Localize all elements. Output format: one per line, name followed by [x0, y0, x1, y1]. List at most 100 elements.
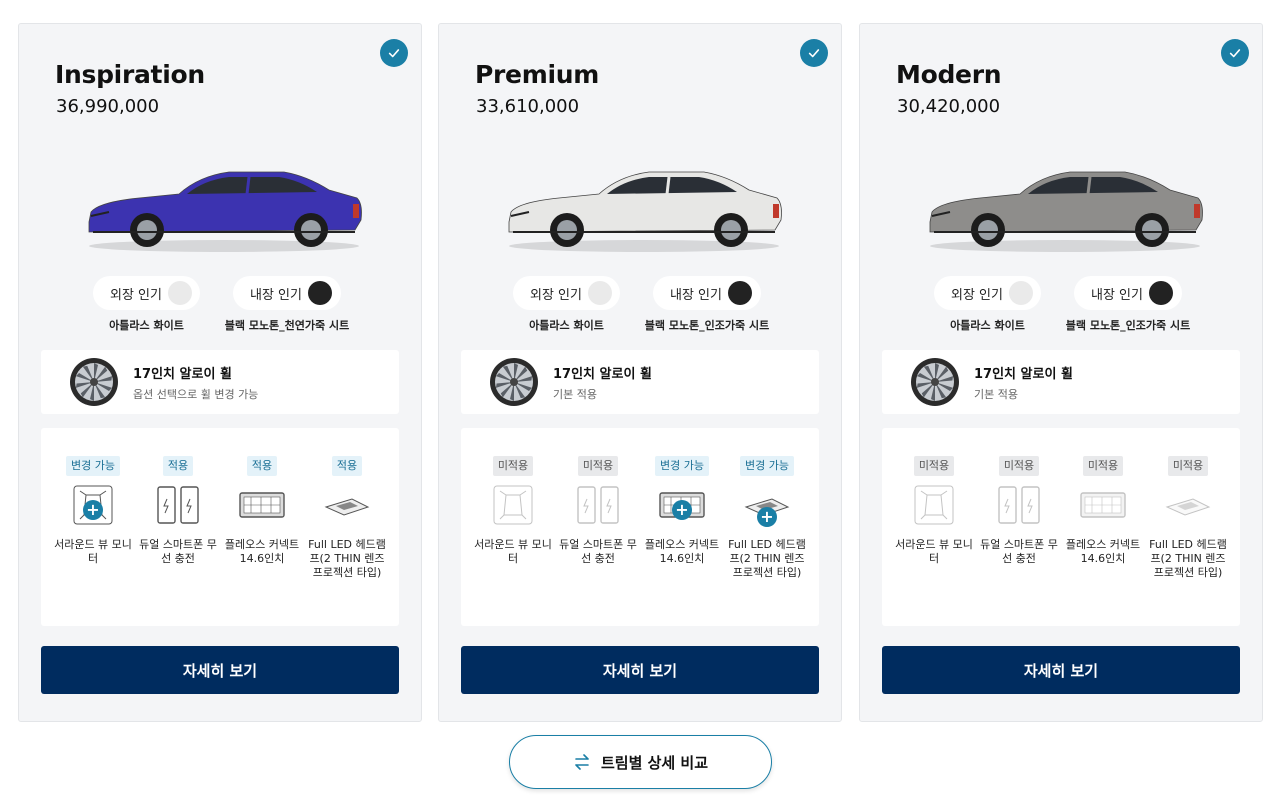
- trim-name: Inspiration: [55, 60, 205, 89]
- option-status-badge: 미적용: [492, 456, 534, 476]
- selected-check-icon[interactable]: [1221, 39, 1249, 67]
- alloy-wheel-icon: [69, 357, 119, 407]
- selected-check-icon[interactable]: [800, 39, 828, 67]
- infotainment-screen-icon: [1078, 485, 1128, 525]
- option-label: 듀얼 스마트폰 무선 충전: [139, 538, 217, 565]
- interior-swatch: [1148, 281, 1173, 305]
- swap-arrows-icon: [575, 754, 589, 770]
- option-label: 서라운드 뷰 모니터: [474, 538, 552, 565]
- led-headlamp-icon: [1163, 485, 1213, 525]
- option-list: 변경 가능 + 서라운드 뷰 모니터 적용 듀얼 스마트폰 무선 충전 적용 플…: [41, 428, 399, 626]
- option-list: 미적용 서라운드 뷰 모니터 미적용 듀얼 스마트폰 무선 충전 미적용 플레오…: [882, 428, 1240, 626]
- option-item: 미적용 듀얼 스마트폰 무선 충전: [977, 454, 1061, 566]
- interior-color-name: 블랙 모노톤_천연가죽 시트: [224, 319, 350, 332]
- wheel-title: 17인치 알로이 휠: [133, 367, 232, 382]
- interior-swatch: [307, 281, 332, 305]
- option-item: 미적용 듀얼 스마트폰 무선 충전: [556, 454, 640, 566]
- option-label: 플레오스 커넥트 14.6인치: [1065, 538, 1141, 565]
- option-item: 변경 가능 + 플레오스 커넥트 14.6인치: [640, 454, 724, 566]
- interior-color-name: 블랙 모노톤_인조가죽 시트: [644, 319, 770, 332]
- infotainment-screen-icon: [237, 485, 287, 525]
- interior-color-chip[interactable]: 내장 인기: [653, 276, 761, 310]
- wheel-title: 17인치 알로이 휠: [974, 367, 1073, 382]
- interior-label: 내장 인기: [1091, 287, 1143, 303]
- exterior-color-name: 아틀라스 화이트: [529, 319, 604, 332]
- option-list: 미적용 서라운드 뷰 모니터 미적용 듀얼 스마트폰 무선 충전 변경 가능 +…: [461, 428, 819, 626]
- interior-color-chip[interactable]: 내장 인기: [1074, 276, 1182, 310]
- option-label: 서라운드 뷰 모니터: [895, 538, 973, 565]
- interior-label: 내장 인기: [250, 287, 302, 303]
- option-item: 미적용 서라운드 뷰 모니터: [471, 454, 555, 566]
- interior-color-name: 블랙 모노톤_인조가죽 시트: [1065, 319, 1191, 332]
- wheel-info: 17인치 알로이 휠 기본 적용: [461, 350, 819, 414]
- surround-view-icon: [488, 485, 538, 525]
- car-image: [499, 154, 789, 254]
- exterior-color-name: 아틀라스 화이트: [950, 319, 1025, 332]
- option-label: 플레오스 커넥트 14.6인치: [224, 538, 300, 565]
- option-status-badge: 변경 가능: [66, 456, 120, 476]
- option-status-badge: 적용: [162, 456, 194, 476]
- trim-card-modern[interactable]: Modern 30,420,000 외장 인기 아틀라스 화이트 내장 인기 블…: [859, 23, 1263, 722]
- option-label: 서라운드 뷰 모니터: [54, 538, 132, 565]
- add-option-icon[interactable]: +: [672, 500, 692, 520]
- option-status-badge: 미적용: [998, 456, 1040, 476]
- option-status-badge: 변경 가능: [655, 456, 709, 476]
- option-item: 미적용 서라운드 뷰 모니터: [892, 454, 976, 566]
- option-item: 미적용 플레오스 커넥트 14.6인치: [1061, 454, 1145, 566]
- wheel-desc: 옵션 선택으로 휠 변경 가능: [133, 388, 259, 401]
- option-item: 미적용 Full LED 헤드램프(2 THIN 렌즈 프로젝션 타입): [1146, 454, 1230, 580]
- option-item: 적용 플레오스 커넥트 14.6인치: [220, 454, 304, 566]
- selected-check-icon[interactable]: [380, 39, 408, 67]
- wireless-charging-icon: [153, 485, 203, 525]
- exterior-swatch: [167, 281, 192, 305]
- trim-card-inspiration[interactable]: Inspiration 36,990,000 외장 인기 아틀라스 화이트 내장…: [18, 23, 422, 722]
- interior-label: 내장 인기: [670, 287, 722, 303]
- option-status-badge: 미적용: [577, 456, 619, 476]
- trim-compare-button[interactable]: 트림별 상세 비교: [509, 735, 772, 789]
- option-label: 플레오스 커넥트 14.6인치: [644, 538, 720, 565]
- exterior-color-name: 아틀라스 화이트: [109, 319, 184, 332]
- exterior-swatch: [587, 281, 612, 305]
- wheel-desc: 기본 적용: [974, 388, 1018, 401]
- wheel-desc: 기본 적용: [553, 388, 597, 401]
- add-option-icon[interactable]: +: [757, 507, 777, 527]
- exterior-color-chip[interactable]: 외장 인기: [934, 276, 1041, 310]
- exterior-color-chip[interactable]: 외장 인기: [93, 276, 200, 310]
- option-label: Full LED 헤드램프(2 THIN 렌즈 프로젝션 타입): [728, 538, 806, 579]
- option-status-badge: 적용: [246, 456, 278, 476]
- detail-view-button[interactable]: 자세히 보기: [41, 646, 399, 694]
- interior-swatch: [727, 281, 752, 305]
- trim-price: 30,420,000: [897, 96, 1001, 117]
- option-item: 적용 듀얼 스마트폰 무선 충전: [136, 454, 220, 566]
- wheel-title: 17인치 알로이 휠: [553, 367, 652, 382]
- trim-price: 36,990,000: [56, 96, 160, 117]
- option-item: 변경 가능 + 서라운드 뷰 모니터: [51, 454, 135, 566]
- option-status-badge: 변경 가능: [740, 456, 794, 476]
- car-image: [920, 154, 1210, 254]
- exterior-label: 외장 인기: [951, 287, 1003, 303]
- led-headlamp-icon: [322, 485, 372, 525]
- wheel-info: 17인치 알로이 휠 옵션 선택으로 휠 변경 가능: [41, 350, 399, 414]
- exterior-swatch: [1008, 281, 1033, 305]
- surround-view-icon: [909, 485, 959, 525]
- detail-view-button[interactable]: 자세히 보기: [882, 646, 1240, 694]
- option-status-badge: 미적용: [913, 456, 955, 476]
- exterior-label: 외장 인기: [110, 287, 162, 303]
- trim-card-premium[interactable]: Premium 33,610,000 외장 인기 아틀라스 화이트 내장 인기 …: [438, 23, 842, 722]
- option-label: 듀얼 스마트폰 무선 충전: [980, 538, 1058, 565]
- alloy-wheel-icon: [489, 357, 539, 407]
- option-status-badge: 미적용: [1082, 456, 1124, 476]
- option-item: 적용 Full LED 헤드램프(2 THIN 렌즈 프로젝션 타입): [305, 454, 389, 580]
- exterior-color-chip[interactable]: 외장 인기: [513, 276, 620, 310]
- option-status-badge: 적용: [331, 456, 363, 476]
- car-image: [79, 154, 369, 254]
- trim-name: Modern: [896, 60, 1002, 89]
- trim-name: Premium: [475, 60, 599, 89]
- option-label: Full LED 헤드램프(2 THIN 렌즈 프로젝션 타입): [308, 538, 386, 579]
- interior-color-chip[interactable]: 내장 인기: [233, 276, 341, 310]
- option-item: 변경 가능 + Full LED 헤드램프(2 THIN 렌즈 프로젝션 타입): [725, 454, 809, 580]
- wireless-charging-icon: [994, 485, 1044, 525]
- option-label: Full LED 헤드램프(2 THIN 렌즈 프로젝션 타입): [1149, 538, 1227, 579]
- detail-view-button[interactable]: 자세히 보기: [461, 646, 819, 694]
- add-option-icon[interactable]: +: [83, 500, 103, 520]
